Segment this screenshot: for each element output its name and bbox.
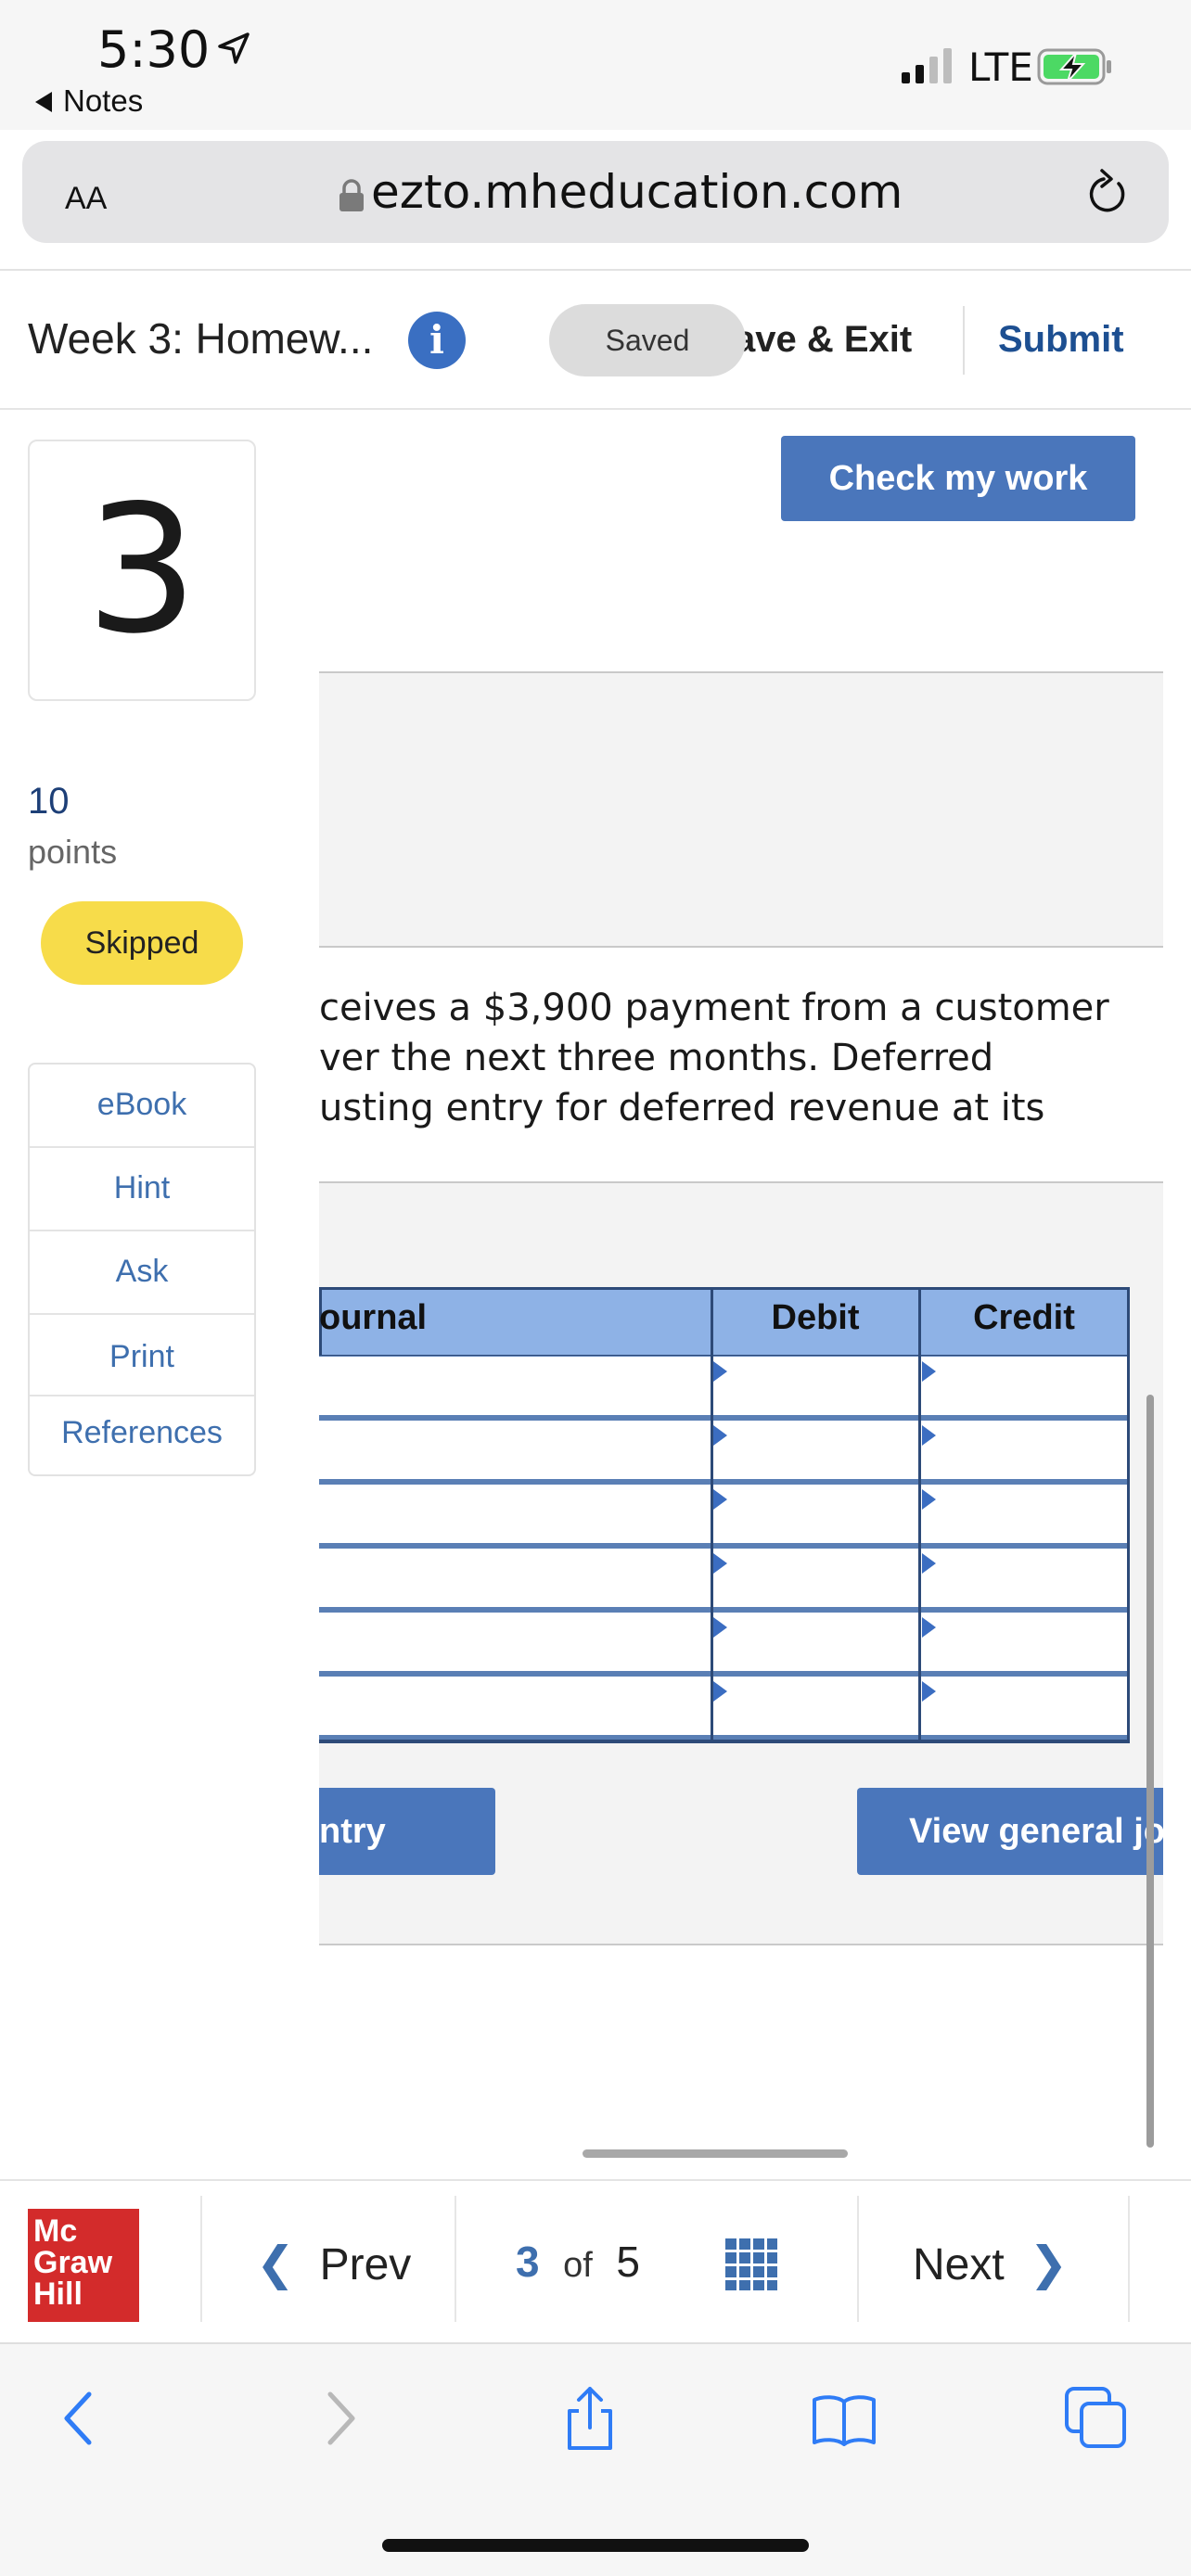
account-cell[interactable] — [319, 1421, 711, 1480]
chevron-right-icon: ❯ — [1029, 2238, 1069, 2289]
debit-cell[interactable] — [713, 1357, 918, 1416]
saved-status-badge: Saved — [549, 304, 746, 376]
ebook-link[interactable]: eBook — [28, 1063, 256, 1146]
references-link[interactable]: References — [28, 1391, 256, 1474]
home-indicator[interactable] — [382, 2539, 809, 2552]
mcgraw-hill-logo: Mc Graw Hill — [28, 2209, 139, 2322]
back-triangle-icon — [35, 92, 52, 112]
clock-time: 5:30 — [97, 20, 211, 79]
bookmarks-icon[interactable] — [811, 2385, 877, 2452]
cell-marker-icon — [713, 1361, 727, 1382]
cell-marker-icon — [922, 1681, 936, 1702]
cell-marker-icon — [922, 1617, 936, 1638]
column-header-credit: Credit — [973, 1298, 1075, 1337]
share-icon[interactable] — [557, 2385, 623, 2452]
question-intro-panel — [319, 671, 1163, 948]
network-type: LTE — [968, 45, 1033, 90]
horizontal-scrollbar[interactable] — [583, 2149, 848, 2158]
question-text-line: usting entry for deferred revenue at its — [319, 1087, 1045, 1129]
next-button[interactable]: Next ❯ — [913, 2237, 1068, 2290]
back-arrow-icon[interactable] — [46, 2385, 113, 2452]
debit-cell[interactable] — [713, 1677, 918, 1736]
location-arrow-icon — [218, 32, 250, 64]
hint-link[interactable]: Hint — [28, 1146, 256, 1230]
ask-link[interactable]: Ask — [28, 1230, 256, 1313]
journal-table: ournal Debit Credit — [319, 1287, 1130, 1743]
credit-cell[interactable] — [922, 1485, 1128, 1544]
cell-marker-icon — [922, 1425, 936, 1446]
cell-marker-icon — [922, 1361, 936, 1382]
save-and-exit-button[interactable]: ave & Exit — [735, 319, 912, 361]
footer-divider — [857, 2196, 859, 2322]
question-number: 3 — [85, 467, 198, 672]
footer-divider — [200, 2196, 202, 2322]
cellular-signal-icon — [902, 48, 952, 83]
column-header-debit: Debit — [771, 1298, 860, 1337]
credit-cell[interactable] — [922, 1357, 1128, 1416]
text-size-button[interactable]: AA — [65, 169, 107, 219]
account-cell[interactable] — [319, 1677, 711, 1736]
record-entry-button[interactable]: ntry — [319, 1788, 495, 1875]
assignment-title: Week 3: Homew... — [28, 314, 374, 363]
tabs-icon[interactable] — [1063, 2385, 1130, 2452]
skipped-status-badge: Skipped — [41, 901, 243, 985]
credit-cell[interactable] — [922, 1613, 1128, 1672]
account-cell[interactable] — [319, 1485, 711, 1544]
points-label: points — [28, 833, 118, 871]
view-general-journal-button[interactable]: View general jo — [857, 1788, 1163, 1875]
footer-divider — [455, 2196, 456, 2322]
check-my-work-button[interactable]: Check my work — [781, 436, 1135, 521]
cell-marker-icon — [713, 1553, 727, 1574]
reload-icon[interactable] — [1083, 167, 1130, 219]
column-divider — [918, 1287, 921, 1743]
page-indicator[interactable]: 3 of 5 — [516, 2237, 640, 2287]
cell-marker-icon — [713, 1489, 727, 1510]
cell-marker-icon — [922, 1489, 936, 1510]
question-text-line: ceives a $3,900 payment from a customer — [319, 987, 1109, 1029]
print-link[interactable]: Print — [28, 1315, 256, 1398]
debit-cell[interactable] — [713, 1613, 918, 1672]
page: 5:30 Notes LTE AA ezto.mheducation.com W… — [0, 0, 1191, 2576]
account-cell[interactable] — [319, 1357, 711, 1416]
debit-cell[interactable] — [713, 1485, 918, 1544]
prev-button[interactable]: ❮ Prev — [256, 2237, 411, 2290]
points-value: 10 — [28, 781, 70, 822]
question-text: ceives a $3,900 payment from a customer … — [319, 983, 1154, 1133]
table-bottom-border — [319, 1740, 1130, 1743]
forward-arrow-icon[interactable] — [306, 2385, 373, 2452]
cell-marker-icon — [713, 1617, 727, 1638]
cell-marker-icon — [713, 1681, 727, 1702]
cell-marker-icon — [713, 1425, 727, 1446]
credit-cell[interactable] — [922, 1677, 1128, 1736]
lock-icon — [339, 179, 364, 211]
account-cell[interactable] — [319, 1613, 711, 1672]
debit-cell[interactable] — [713, 1421, 918, 1480]
account-cell[interactable] — [319, 1549, 711, 1608]
debit-cell[interactable] — [713, 1549, 918, 1608]
chevron-left-icon: ❮ — [256, 2238, 295, 2289]
back-to-notes-link[interactable]: Notes — [35, 83, 143, 119]
info-icon[interactable]: i — [408, 312, 466, 369]
footer-divider — [1128, 2196, 1130, 2322]
column-divider — [1127, 1287, 1130, 1743]
header-divider — [963, 306, 965, 375]
cell-marker-icon — [922, 1553, 936, 1574]
column-header-journal: ournal — [319, 1298, 428, 1337]
credit-cell[interactable] — [922, 1421, 1128, 1480]
url-text[interactable]: ezto.mheducation.com — [371, 165, 903, 219]
submit-button[interactable]: Submit — [998, 319, 1124, 361]
vertical-scrollbar[interactable] — [1146, 1395, 1154, 2148]
credit-cell[interactable] — [922, 1549, 1128, 1608]
column-divider — [711, 1287, 713, 1743]
question-grid-icon[interactable] — [725, 2238, 777, 2290]
battery-charging-icon — [1037, 48, 1111, 85]
question-text-line: ver the next three months. Deferred — [319, 1037, 994, 1079]
